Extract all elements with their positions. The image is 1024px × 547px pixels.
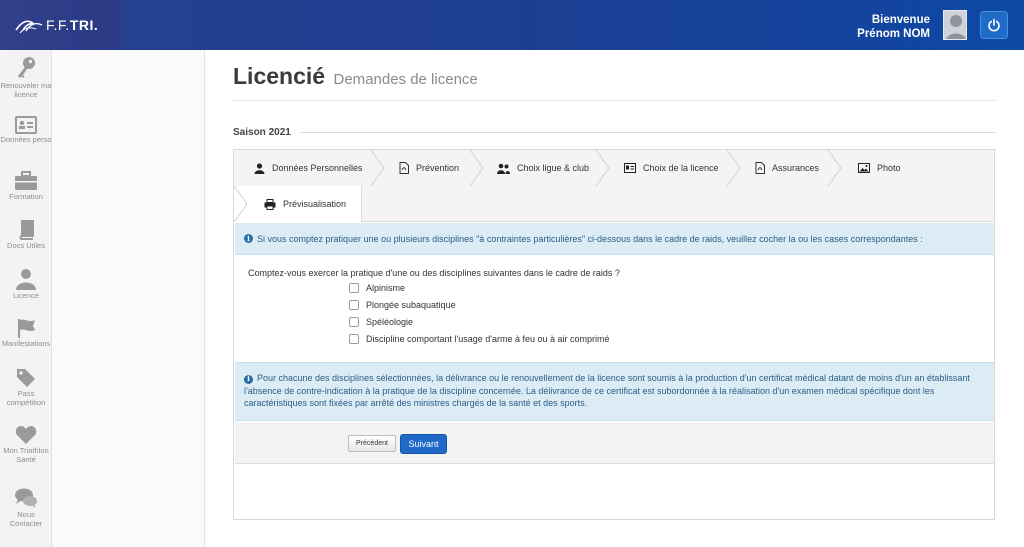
sidebar: Renouveler ma licence Données perso Form… (0, 50, 52, 547)
wizard-steps: Données Personnelles Prévention Choix li… (234, 150, 994, 222)
image-icon (858, 163, 870, 173)
step-separator-icon (234, 186, 248, 222)
sidebar-item-label: Données perso (0, 135, 52, 144)
avatar-silhouette-icon (946, 15, 966, 39)
tag-icon (17, 369, 35, 387)
form-actions: Précédent Suivant (235, 422, 994, 464)
power-icon (988, 18, 1000, 32)
step-separator-icon (470, 150, 484, 186)
printer-icon (264, 198, 276, 210)
step-separator-icon (727, 150, 741, 186)
tab-assurances[interactable]: Assurances (755, 150, 819, 186)
sidebar-item-manifestations[interactable]: Manifestations (0, 318, 52, 349)
sidebar-item-triathlon-sante[interactable]: Mon Triathlon Santé (0, 425, 52, 464)
sidebar-item-label: Nous Contacter (9, 510, 43, 528)
tab-donnees-personnelles[interactable]: Données Personnelles (254, 150, 363, 186)
tab-previsualisation[interactable]: Prévisualisation (264, 186, 346, 222)
tab-choix-ligue-club[interactable]: Choix ligue & club (497, 150, 589, 186)
next-button[interactable]: Suivant (400, 434, 447, 454)
licence-form-panel: Données Personnelles Prévention Choix li… (233, 149, 995, 520)
sidebar-item-label: Renouveler ma licence (0, 81, 52, 99)
sidebar-item-label: Docs Utiles (7, 241, 45, 250)
sidebar-item-docs-utiles[interactable]: Docs Utiles (0, 220, 52, 251)
tab-choix-licence[interactable]: Choix de la licence (624, 150, 719, 186)
title-divider (233, 100, 996, 101)
tab-label: Photo (877, 163, 901, 173)
tab-label: Données Personnelles (272, 163, 363, 173)
sidebar-item-renouveler[interactable]: Renouveler ma licence (0, 56, 52, 99)
page-subtitle: Demandes de licence (333, 71, 478, 88)
tab-label: Choix ligue & club (517, 163, 590, 173)
checkbox-arme[interactable] (349, 334, 359, 344)
user-icon (16, 269, 36, 290)
welcome-block: Bienvenue Prénom NOM (857, 13, 930, 41)
sidebar-item-formation[interactable]: Formation (0, 171, 52, 202)
key-icon (18, 57, 35, 78)
season-label: Saison 2021 (233, 127, 291, 138)
info-icon: i (244, 234, 253, 243)
briefcase-icon (15, 171, 37, 190)
welcome-label: Bienvenue (871, 14, 930, 26)
flag-icon (18, 319, 35, 338)
sidebar-item-pass-competition[interactable]: Pass compétition (0, 368, 52, 407)
option-label: Plongée subaquatique (366, 300, 456, 310)
chat-icon (15, 488, 37, 508)
page-title: Licencié Demandes de licence (233, 63, 478, 90)
brand-name: F.F.TRI. (46, 17, 99, 33)
avatar[interactable] (943, 10, 967, 40)
step-separator-icon (828, 150, 842, 186)
tab-prevention[interactable]: Prévention (399, 150, 459, 186)
sidebar-item-donnees-perso[interactable]: Données perso (0, 116, 52, 145)
tab-label: Assurances (772, 163, 820, 173)
tab-label: Choix de la licence (643, 163, 719, 173)
step-separator-icon (371, 150, 385, 186)
info-alert-disciplines: i Si vous comptez pratiquer une ou plusi… (235, 223, 994, 255)
option-label: Spéléologie (366, 317, 414, 327)
step-separator-icon (596, 150, 610, 186)
option-arme[interactable]: Discipline comportant l'usage d'arme à f… (349, 334, 610, 344)
checkbox-plongee[interactable] (349, 300, 359, 310)
tab-label: Prévention (416, 163, 460, 173)
option-label: Discipline comportant l'usage d'arme à f… (366, 334, 610, 344)
sidebar-item-label: Manifestations (1, 339, 51, 348)
sidebar-item-label: Pass compétition (6, 389, 46, 407)
info-alert-text: Pour chacune des disciplines sélectionné… (244, 373, 970, 408)
pdf-icon (755, 162, 765, 174)
info-icon: i (244, 374, 253, 384)
option-speleologie[interactable]: Spéléologie (349, 317, 413, 327)
option-alpinisme[interactable]: Alpinisme (349, 283, 405, 293)
info-alert-certificat: i Pour chacune des disciplines sélectionn… (235, 362, 994, 421)
tab-photo[interactable]: Photo (858, 150, 901, 186)
sidebar-item-licence[interactable]: Licence (0, 268, 52, 301)
heart-icon (15, 426, 37, 444)
book-icon (19, 220, 34, 240)
id-card-icon (624, 163, 636, 173)
fftri-logo[interactable]: F.F.TRI. (14, 15, 98, 35)
swirl-icon (15, 20, 43, 34)
secondary-pane (52, 50, 205, 547)
previous-button[interactable]: Précédent (348, 435, 396, 452)
tab-label: Prévisualisation (283, 199, 347, 209)
user-name: Prénom NOM (857, 28, 930, 40)
users-icon (497, 163, 510, 174)
season-divider (301, 132, 996, 133)
user-icon (254, 162, 265, 174)
sidebar-item-label: Licence (13, 291, 39, 300)
checkbox-alpinisme[interactable] (349, 283, 359, 293)
pdf-icon (399, 162, 409, 174)
id-card-icon (15, 116, 37, 134)
sidebar-item-nous-contacter[interactable]: Nous Contacter (0, 487, 52, 528)
page-title-main: Licencié (233, 63, 326, 89)
option-plongee[interactable]: Plongée subaquatique (349, 300, 456, 310)
brand-area[interactable]: F.F.TRI. (0, 0, 120, 50)
logout-button[interactable] (980, 11, 1008, 39)
top-header: F.F.TRI. Bienvenue Prénom NOM (0, 0, 1024, 50)
checkbox-speleologie[interactable] (349, 317, 359, 327)
sidebar-item-label: Mon Triathlon Santé (3, 446, 49, 464)
sidebar-item-label: Formation (9, 192, 43, 201)
question-text: Comptez-vous exercer la pratique d'une o… (248, 268, 620, 278)
option-label: Alpinisme (366, 283, 406, 293)
info-alert-text: Si vous comptez pratiquer une ou plusieu… (257, 233, 923, 244)
